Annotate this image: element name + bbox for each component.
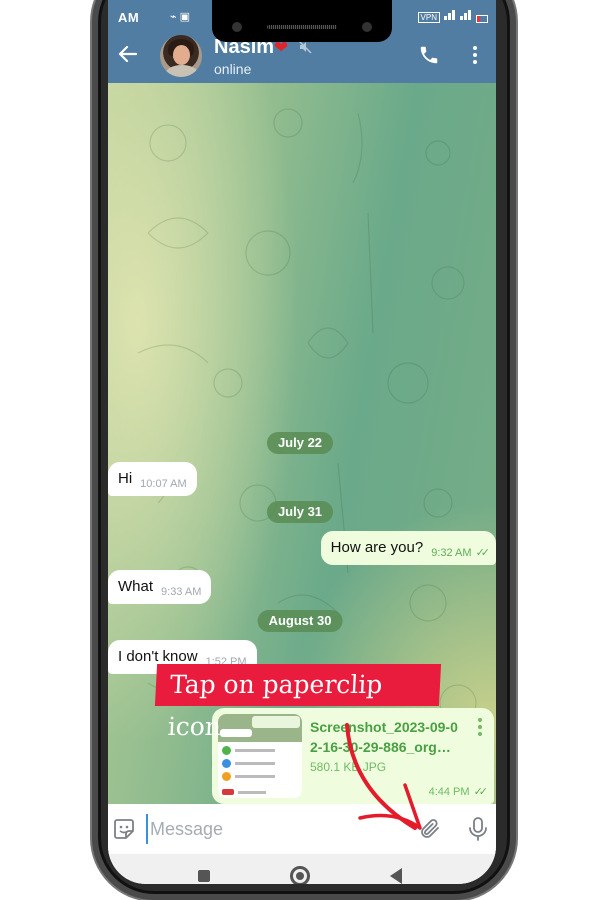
message-outgoing[interactable]: How are you? 9:32 AM ✓✓ (320, 531, 496, 565)
sticker-emoji-icon[interactable] (112, 817, 136, 841)
status-signal-icons: VPN (417, 10, 488, 23)
contact-status: online (214, 61, 252, 77)
message-input-bar (108, 804, 496, 854)
message-time: 4:44 PM (428, 786, 470, 798)
battery-icon (476, 15, 488, 23)
vpn-icon: VPN (417, 12, 440, 23)
file-message[interactable]: Screenshot_2023-09-0 2-16-30-29-886_org…… (212, 708, 494, 804)
home-button[interactable] (290, 866, 310, 884)
message-text: What (118, 578, 154, 595)
avatar[interactable] (160, 35, 202, 77)
file-name[interactable]: Screenshot_2023-09-0 2-16-30-29-886_org… (310, 717, 470, 757)
camera-notch (212, 0, 392, 42)
message-time: 10:07 AM (140, 478, 187, 490)
mute-icon (298, 40, 312, 54)
message-input[interactable] (146, 814, 406, 844)
status-notification-icons: ⌁ ▣ (170, 11, 191, 23)
android-nav-bar (108, 854, 496, 884)
nav-back-button[interactable] (390, 868, 402, 884)
message-text: Hi (118, 470, 133, 487)
message-text: I don't know (118, 648, 198, 665)
message-text: How are you? (330, 539, 424, 556)
file-thumbnail[interactable] (218, 714, 302, 798)
message-time: 9:33 AM (161, 586, 202, 598)
back-arrow-icon[interactable] (116, 42, 140, 66)
phone-icon[interactable] (418, 44, 440, 66)
message-incoming[interactable]: Hi 10:07 AM (108, 462, 197, 496)
date-separator: July 22 (266, 432, 334, 454)
more-vertical-icon[interactable] (470, 44, 480, 66)
file-size: 580.1 KB JPG (310, 760, 387, 774)
read-checkmarks-icon: ✓✓ (473, 786, 489, 798)
date-separator: July 31 (266, 501, 334, 523)
paperclip-icon[interactable] (418, 817, 442, 841)
recents-button[interactable] (198, 870, 210, 882)
screen: AM ⌁ ▣ VPN Nasim❤ online July 22 Hi 10:0… (108, 0, 496, 884)
file-name-line-2: 2-16-30-29-886_org… (310, 739, 451, 755)
message-time: 9:32 AM (431, 547, 472, 559)
microphone-icon[interactable] (466, 816, 490, 842)
file-name-line-1: Screenshot_2023-09-0 (310, 719, 458, 735)
file-message-time: 4:44 PM ✓✓ (428, 785, 489, 798)
read-checkmarks-icon: ✓✓ (475, 547, 491, 559)
date-separator: August 30 (257, 610, 343, 632)
message-incoming[interactable]: What 9:33 AM (108, 570, 212, 604)
file-more-icon[interactable] (478, 718, 484, 739)
status-time: AM (118, 10, 140, 25)
instruction-callout: Tap on paperclip icon (154, 664, 442, 741)
signal-icon (444, 10, 456, 23)
signal-icon-2 (460, 10, 472, 23)
